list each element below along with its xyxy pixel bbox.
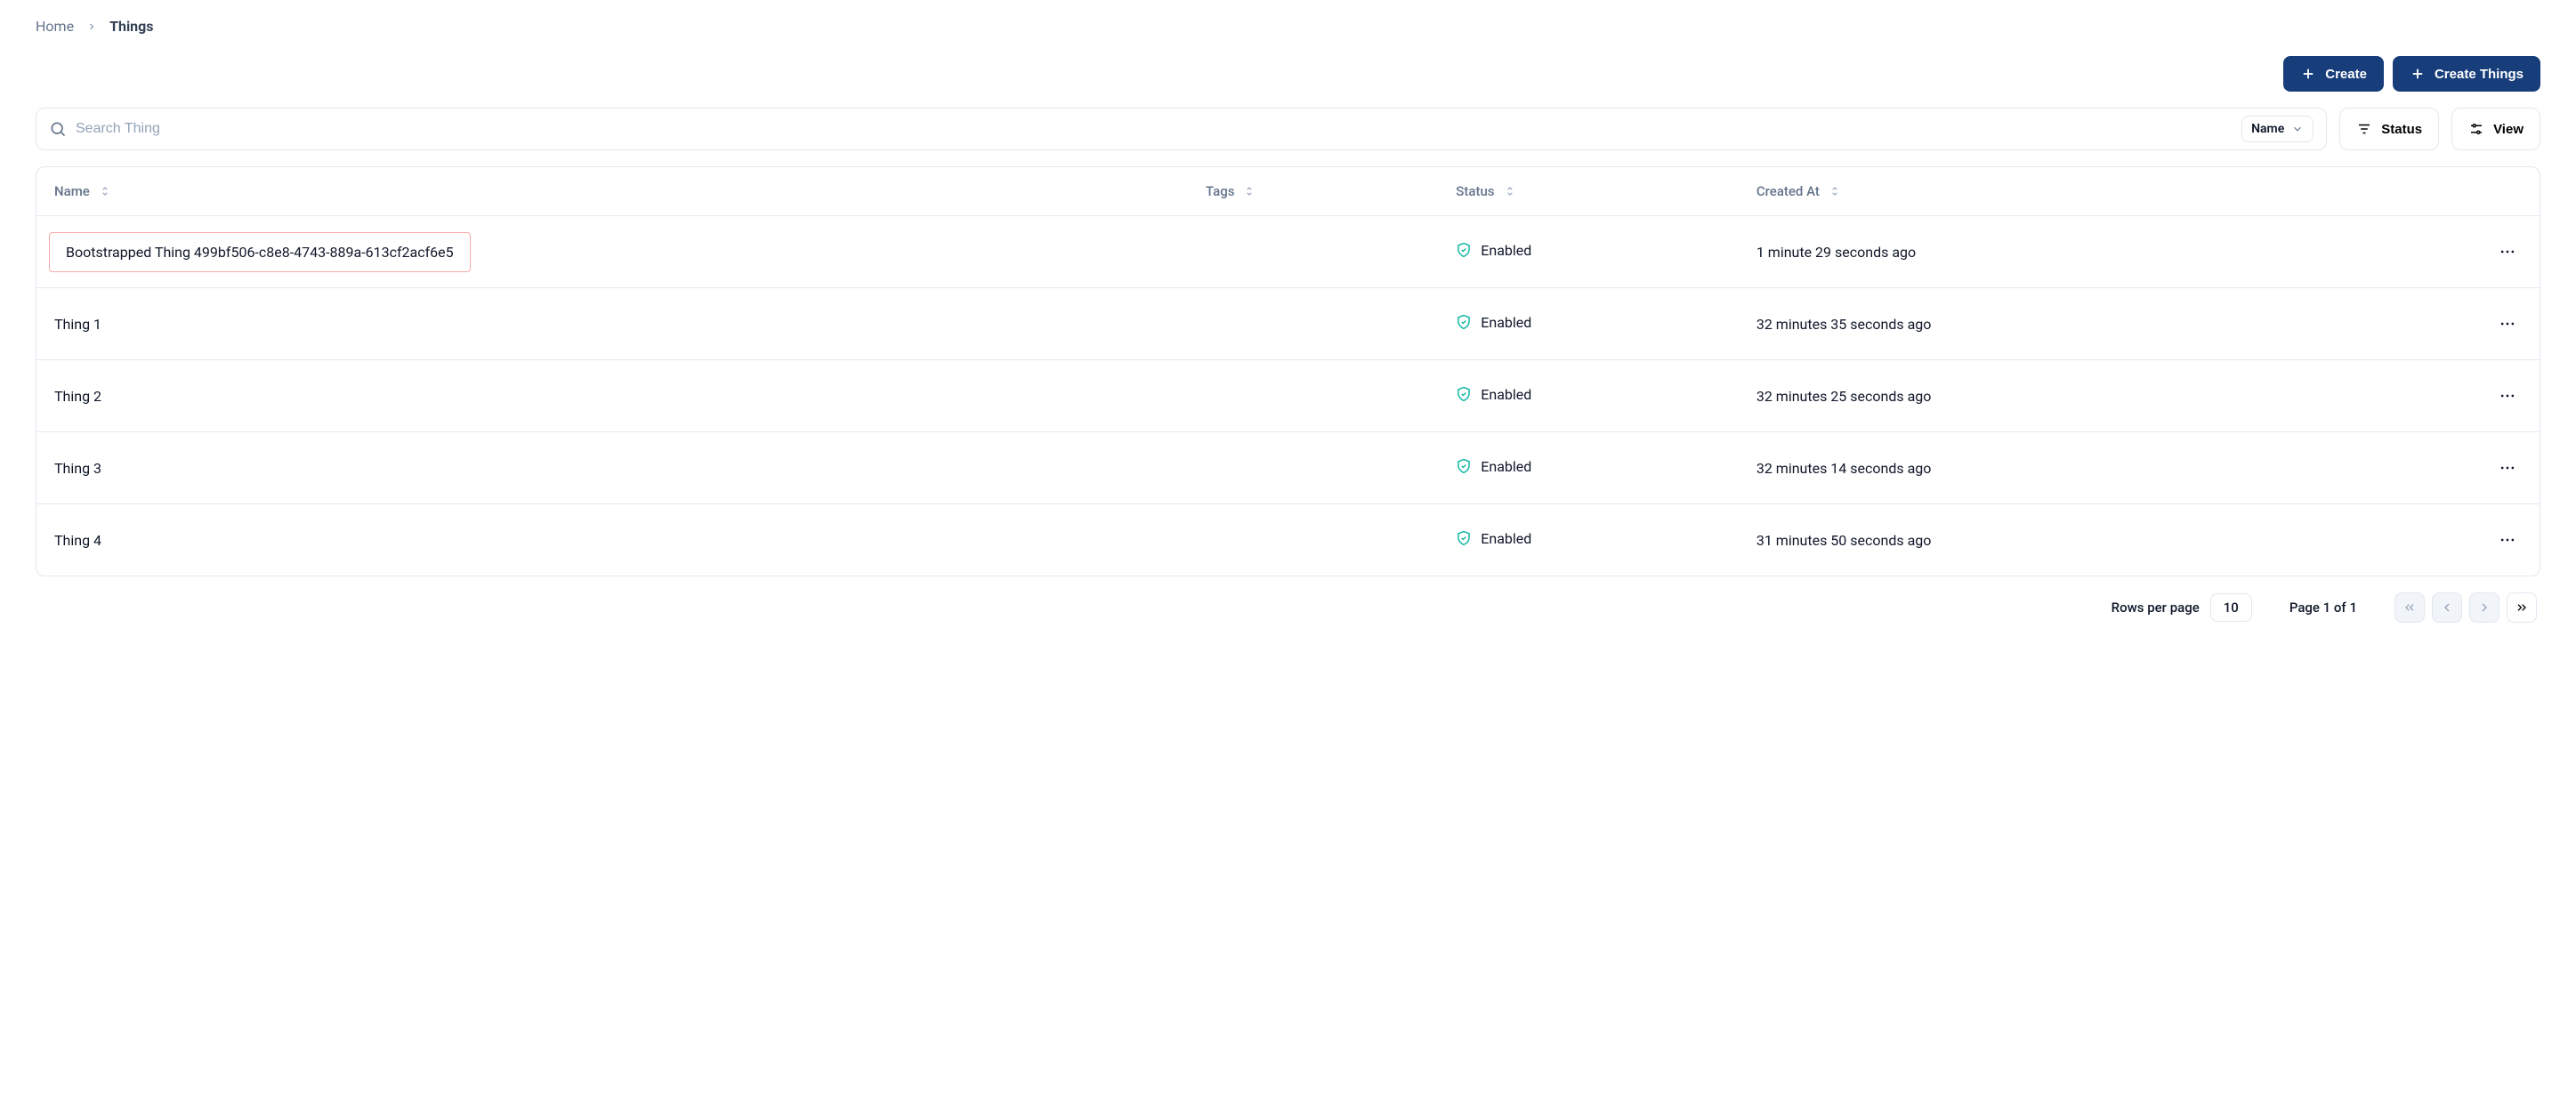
status-filter-button[interactable]: Status [2339,108,2439,150]
row-name: Thing 1 [54,316,101,333]
row-tags [1188,360,1438,432]
chevrons-right-icon [2515,600,2529,615]
filter-icon [2356,121,2372,137]
column-status[interactable]: Status [1456,183,1515,199]
row-status-text: Enabled [1481,530,1531,547]
column-status-label: Status [1456,183,1494,199]
plus-icon [2300,66,2316,82]
row-actions-button[interactable] [2493,310,2522,338]
column-tags[interactable]: Tags [1206,183,1256,199]
more-horizontal-icon [2499,531,2516,549]
search-filter-label: Name [2251,122,2284,136]
search-wrap: Name [36,108,2327,150]
toolbar: Name Status View [36,108,2540,150]
column-name-label: Name [54,183,90,199]
search-icon [49,120,67,138]
shield-check-icon [1456,458,1472,474]
chevron-down-icon [2291,123,2304,135]
sort-icon [1829,185,1841,197]
row-status: Enabled [1456,386,1531,403]
header-actions: Create Create Things [36,56,2540,92]
row-tags [1188,216,1438,288]
page-next-button[interactable] [2469,592,2499,623]
table-row[interactable]: Thing 4 Enabled 31 minutes 50 seconds ago [36,504,2540,576]
shield-check-icon [1456,314,1472,330]
row-name: Bootstrapped Thing 499bf506-c8e8-4743-88… [49,232,471,272]
view-button-label: View [2493,122,2524,137]
row-created-at: 32 minutes 14 seconds ago [1739,432,2339,504]
chevron-left-icon [2440,600,2454,615]
more-horizontal-icon [2499,315,2516,333]
row-created-at: 32 minutes 25 seconds ago [1739,360,2339,432]
table-row[interactable]: Thing 2 Enabled 32 minutes 25 seconds ago [36,360,2540,432]
row-name: Thing 2 [54,388,101,405]
row-tags [1188,288,1438,360]
shield-check-icon [1456,530,1472,546]
search-input[interactable] [76,121,2233,137]
row-status-text: Enabled [1481,314,1531,331]
page-first-button[interactable] [2394,592,2425,623]
page-prev-button[interactable] [2432,592,2462,623]
row-status-text: Enabled [1481,242,1531,259]
create-button[interactable]: Create [2283,56,2384,92]
sort-icon [1243,185,1256,197]
breadcrumb-current: Things [109,18,153,35]
table-footer: Rows per page 10 Page 1 of 1 [36,576,2540,639]
status-filter-label: Status [2381,122,2422,137]
table-row[interactable]: Thing 3 Enabled 32 minutes 14 seconds ago [36,432,2540,504]
more-horizontal-icon [2499,243,2516,261]
row-actions-button[interactable] [2493,454,2522,482]
table-row[interactable]: Thing 1 Enabled 32 minutes 35 seconds ago [36,288,2540,360]
sort-icon [99,185,111,197]
row-actions-button[interactable] [2493,526,2522,554]
row-created-at: 1 minute 29 seconds ago [1739,216,2339,288]
row-name: Thing 4 [54,532,101,549]
plus-icon [2410,66,2426,82]
create-things-button[interactable]: Create Things [2393,56,2540,92]
more-horizontal-icon [2499,387,2516,405]
page-last-button[interactable] [2507,592,2537,623]
breadcrumb: Home Things [36,18,2540,35]
page-size-select[interactable]: 10 [2210,593,2252,622]
row-name: Thing 3 [54,460,101,477]
breadcrumb-home[interactable]: Home [36,18,74,35]
view-button[interactable]: View [2451,108,2540,150]
row-status: Enabled [1456,458,1531,475]
row-created-at: 32 minutes 35 seconds ago [1739,288,2339,360]
chevrons-left-icon [2402,600,2417,615]
table-wrap: Name Tags Stat [36,166,2540,576]
pager [2394,592,2537,623]
row-status: Enabled [1456,314,1531,331]
row-tags [1188,432,1438,504]
create-button-label: Create [2325,67,2367,82]
row-status: Enabled [1456,242,1531,259]
sliders-icon [2468,121,2484,137]
create-things-button-label: Create Things [2435,67,2524,82]
search-filter-dropdown[interactable]: Name [2241,116,2314,142]
page-indicator: Page 1 of 1 [2289,600,2357,616]
row-status-text: Enabled [1481,458,1531,475]
chevron-right-icon [86,21,97,32]
shield-check-icon [1456,386,1472,402]
column-created-at[interactable]: Created At [1756,183,1841,199]
more-horizontal-icon [2499,459,2516,477]
table-row[interactable]: Bootstrapped Thing 499bf506-c8e8-4743-88… [36,216,2540,288]
chevron-right-icon [2477,600,2491,615]
column-created-at-label: Created At [1756,183,1820,199]
row-actions-button[interactable] [2493,382,2522,410]
row-status-text: Enabled [1481,386,1531,403]
things-table: Name Tags Stat [36,167,2540,576]
shield-check-icon [1456,242,1472,258]
sort-icon [1504,185,1516,197]
rows-per-page-label: Rows per page [2112,600,2200,616]
column-name[interactable]: Name [54,183,111,199]
rows-per-page: Rows per page 10 [2112,593,2252,622]
row-created-at: 31 minutes 50 seconds ago [1739,504,2339,576]
row-tags [1188,504,1438,576]
row-actions-button[interactable] [2493,238,2522,266]
row-status: Enabled [1456,530,1531,547]
column-tags-label: Tags [1206,183,1234,199]
